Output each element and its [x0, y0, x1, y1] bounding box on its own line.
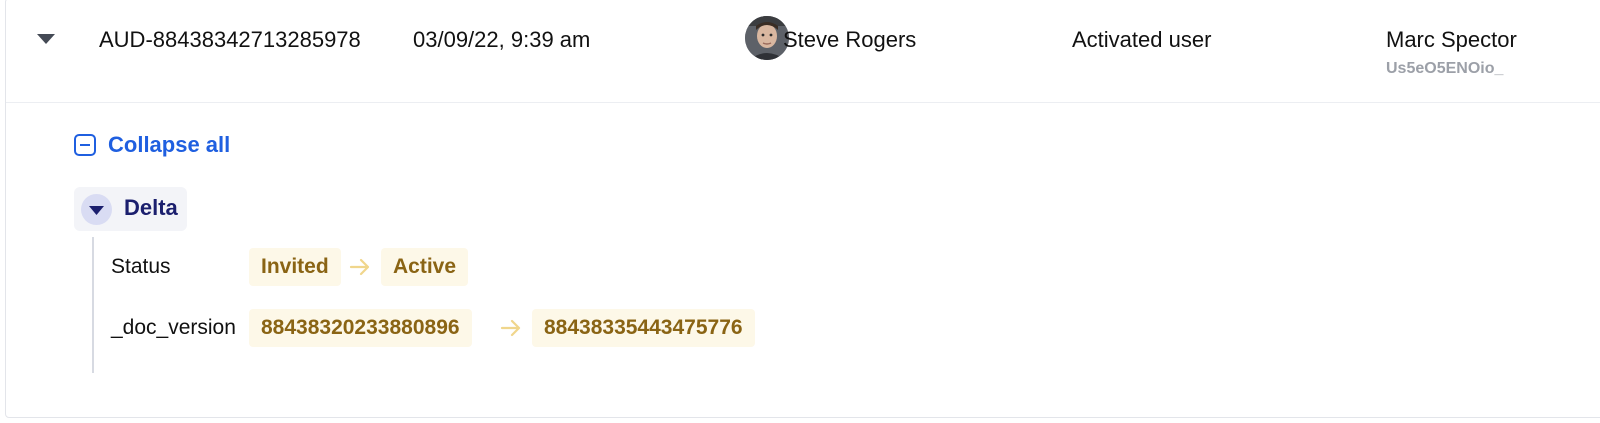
- delta-field-name: _doc_version: [111, 316, 236, 339]
- delta-chevron-down-icon: [81, 194, 112, 225]
- audit-id: AUD-88438342713285978: [99, 27, 361, 52]
- actor-name: Steve Rogers: [783, 27, 917, 52]
- delta-section-toggle[interactable]: Delta: [74, 187, 187, 231]
- delta-field-name: Status: [111, 255, 171, 278]
- collapse-all-button[interactable]: Collapse all: [74, 130, 230, 160]
- old-value-badge: Invited: [249, 248, 341, 286]
- delta-section-label: Delta: [124, 195, 178, 220]
- expand-row-chevron-icon[interactable]: [34, 27, 58, 51]
- audit-log-entry-card: AUD-88438342713285978 03/09/22, 9:39 am …: [5, 0, 1600, 418]
- target-name: Marc Spector: [1386, 27, 1517, 52]
- audit-log-row[interactable]: AUD-88438342713285978 03/09/22, 9:39 am …: [6, 0, 1600, 103]
- caret-down-icon: [37, 34, 55, 44]
- arrow-right-icon: [349, 258, 370, 276]
- new-value-badge: Active: [381, 248, 469, 286]
- collapse-all-label: Collapse all: [108, 132, 231, 157]
- old-value-badge: 88438320233880896: [249, 309, 472, 347]
- target-id: Us5eO5ENOio_: [1386, 60, 1504, 77]
- arrow-right-icon: [500, 319, 521, 337]
- collapse-minus-icon: [74, 134, 96, 156]
- caret-down-icon: [89, 206, 104, 215]
- audit-timestamp: 03/09/22, 9:39 am: [413, 27, 591, 52]
- delta-tree-line: [92, 237, 94, 373]
- new-value-badge: 88438335443475776: [532, 309, 755, 347]
- action-description: Activated user: [1072, 27, 1212, 52]
